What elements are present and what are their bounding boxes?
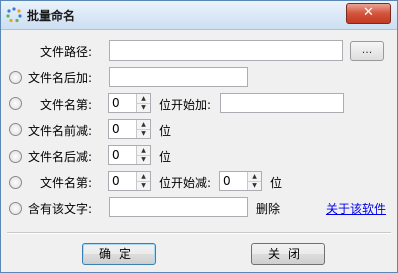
spin-down-icon[interactable]: ▼ xyxy=(137,129,150,138)
suffix-remove-unit: 位 xyxy=(159,150,172,164)
nth-add-text-input[interactable] xyxy=(220,93,344,113)
suffix-remove-value[interactable]: 0 xyxy=(112,148,120,162)
nth-remove-count-value[interactable]: 0 xyxy=(223,174,231,188)
radio-nth-add[interactable] xyxy=(9,97,22,110)
path-input[interactable] xyxy=(109,40,343,61)
nth-remove-label: 文件名第: xyxy=(40,176,93,190)
contains-input[interactable] xyxy=(109,197,248,217)
dialog-window: 批量命名 ✕ 文件路径: ... 文件名后加: 文件名第: 0 ▲ ▼ 位开始加… xyxy=(0,0,398,273)
browse-button[interactable]: ... xyxy=(350,41,384,61)
radio-nth-remove[interactable] xyxy=(9,176,22,189)
prefix-remove-label: 文件名前减: xyxy=(28,124,93,138)
spin-down-icon[interactable]: ▼ xyxy=(248,181,261,190)
about-link[interactable]: 关于该软件 xyxy=(326,200,386,217)
suffix-add-input[interactable] xyxy=(109,67,248,87)
close-window-button[interactable]: ✕ xyxy=(346,3,391,24)
contains-label: 含有该文字: xyxy=(28,202,93,216)
close-icon: ✕ xyxy=(363,5,374,20)
radio-contains[interactable] xyxy=(9,202,22,215)
prefix-remove-unit: 位 xyxy=(159,124,172,138)
ok-button[interactable]: 确定 xyxy=(82,243,156,265)
nth-add-label: 文件名第: xyxy=(40,98,93,112)
nth-remove-stepper[interactable]: 0 ▲ ▼ xyxy=(108,171,151,191)
prefix-remove-stepper[interactable]: 0 ▲ ▼ xyxy=(108,119,151,139)
window-title: 批量命名 xyxy=(27,9,76,23)
radio-suffix-remove[interactable] xyxy=(9,150,22,163)
suffix-remove-stepper[interactable]: 0 ▲ ▼ xyxy=(108,145,151,165)
path-label: 文件路径: xyxy=(40,45,93,59)
radio-suffix-add[interactable] xyxy=(9,71,22,84)
nth-add-stepper[interactable]: 0 ▲ ▼ xyxy=(108,93,151,113)
nth-remove-mid-label: 位开始减: xyxy=(159,176,212,190)
nth-add-suffix-label: 位开始加: xyxy=(159,98,212,112)
prefix-remove-value[interactable]: 0 xyxy=(112,122,120,136)
app-icon xyxy=(6,7,22,23)
delete-label: 删除 xyxy=(256,202,281,216)
close-button[interactable]: 关闭 xyxy=(251,243,325,265)
spin-down-icon[interactable]: ▼ xyxy=(137,181,150,190)
nth-add-value[interactable]: 0 xyxy=(112,96,120,110)
suffix-add-label: 文件名后加: xyxy=(28,71,93,85)
title-bar[interactable]: 批量命名 ✕ xyxy=(1,1,397,30)
radio-prefix-remove[interactable] xyxy=(9,123,22,136)
nth-remove-value[interactable]: 0 xyxy=(112,174,120,188)
divider xyxy=(7,232,391,234)
spin-down-icon[interactable]: ▼ xyxy=(137,103,150,112)
spin-down-icon[interactable]: ▼ xyxy=(137,155,150,164)
nth-remove-unit: 位 xyxy=(270,176,283,190)
nth-remove-count-stepper[interactable]: 0 ▲ ▼ xyxy=(219,171,262,191)
suffix-remove-label: 文件名后减: xyxy=(28,150,93,164)
